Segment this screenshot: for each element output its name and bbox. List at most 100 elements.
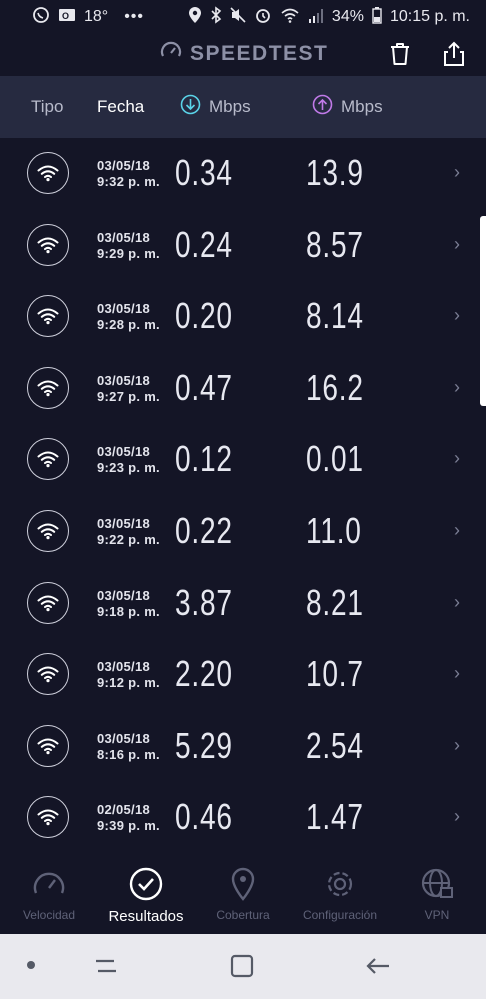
location-icon [188,6,202,29]
wifi-connection-icon [27,796,69,839]
checkmark-circle-icon [128,866,164,902]
result-datetime: 03/05/18 9:23 p. m. [97,444,160,476]
download-value: 0.47 [175,366,233,408]
upload-value: 11.0 [306,509,362,551]
chevron-right-icon: › [454,591,460,612]
app-header: SPEEDTEST [0,34,486,76]
wifi-connection-icon [27,223,69,266]
wifi-connection-icon [27,724,69,767]
result-row[interactable]: 03/05/18 9:23 p. m. 0.12 0.01 › [0,424,486,496]
results-column-header: Tipo Fecha Mbps Mbps [0,76,486,138]
result-time: 9:22 p. m. [97,531,160,547]
result-row[interactable]: 02/05/18 9:39 p. m. 0.46 1.47 › [0,782,486,854]
delete-button[interactable] [386,40,414,68]
result-time: 9:27 p. m. [97,388,160,404]
chevron-right-icon: › [454,448,460,469]
system-nav-bar [0,934,486,999]
home-dot-icon[interactable] [27,961,35,969]
result-datetime: 02/05/18 9:39 p. m. [97,802,160,834]
result-time: 9:39 p. m. [97,818,160,834]
upload-value: 10.7 [306,653,364,695]
result-datetime: 03/05/18 9:22 p. m. [97,516,160,548]
tab-cobertura[interactable]: Cobertura [195,866,291,922]
result-row[interactable]: 03/05/18 9:12 p. m. 2.20 10.7 › [0,639,486,711]
map-pin-icon [225,866,261,902]
tab-vpn[interactable]: VPN [389,866,485,922]
sort-by-download[interactable]: Mbps [180,94,251,120]
result-row[interactable]: 03/05/18 9:22 p. m. 0.22 11.0 › [0,496,486,568]
result-time: 8:16 p. m. [97,746,160,762]
tab-label: VPN [424,908,450,922]
result-datetime: 03/05/18 9:18 p. m. [97,588,160,620]
upload-icon [312,94,333,120]
trash-icon [386,43,414,72]
whatsapp-icon [32,6,50,29]
recents-icon [92,959,120,983]
result-date: 03/05/18 [97,158,151,173]
sort-by-date[interactable]: Fecha [97,97,144,117]
sort-by-upload[interactable]: Mbps [312,94,383,120]
result-date: 03/05/18 [97,515,151,531]
column-label-download: Mbps [209,97,251,116]
download-value: 0.46 [175,796,233,838]
wifi-connection-icon [27,509,69,552]
upload-value: 8.14 [306,295,364,337]
speedometer-icon [160,40,182,68]
result-row[interactable]: 03/05/18 9:27 p. m. 0.47 16.2 › [0,353,486,425]
sort-by-type[interactable]: Tipo [31,97,63,117]
results-list: 03/05/18 9:32 p. m. 0.34 13.9 › 03/05/18… [0,138,486,854]
column-label-type: Tipo [31,97,64,116]
chevron-right-icon: › [454,305,460,326]
upload-value: 16.2 [306,366,364,408]
wifi-connection-icon [27,653,69,696]
result-date: 03/05/18 [97,659,151,675]
download-value: 5.29 [175,724,233,766]
tab-configuracion[interactable]: Configuración [292,866,388,922]
result-date: 03/05/18 [97,587,151,603]
recents-button[interactable] [92,953,120,984]
upload-value: 0.01 [306,438,364,480]
tab-label: Velocidad [22,908,76,922]
result-datetime: 03/05/18 8:16 p. m. [97,731,160,763]
result-time: 9:29 p. m. [97,245,160,261]
home-button[interactable] [229,953,255,984]
result-row[interactable]: 03/05/18 9:28 p. m. 0.20 8.14 › [0,281,486,353]
result-time: 9:12 p. m. [97,675,160,691]
download-value: 0.22 [175,509,233,551]
bluetooth-icon [210,5,222,29]
result-row[interactable]: 03/05/18 9:29 p. m. 0.24 8.57 › [0,210,486,282]
result-row[interactable]: 03/05/18 9:32 p. m. 0.34 13.9 › [0,138,486,210]
column-label-upload: Mbps [341,97,383,116]
scroll-indicator[interactable] [480,216,486,406]
back-button[interactable] [364,953,392,984]
share-icon [440,41,468,72]
wifi-connection-icon [27,438,69,481]
result-row[interactable]: 03/05/18 8:16 p. m. 5.29 2.54 › [0,711,486,783]
result-time: 9:18 p. m. [97,603,160,619]
chevron-right-icon: › [454,233,460,254]
upload-value: 13.9 [306,152,364,193]
chevron-right-icon: › [454,734,460,755]
upload-value: 1.47 [306,796,364,838]
share-button[interactable] [440,40,468,68]
chevron-right-icon: › [454,376,460,397]
wifi-connection-icon [27,295,69,338]
chevron-right-icon: › [454,663,460,684]
wifi-connection-icon [27,366,69,409]
result-time: 9:23 p. m. [97,460,160,476]
wifi-signal-icon [280,6,300,29]
upload-value: 8.57 [306,223,364,265]
tab-resultados[interactable]: Resultados [98,866,194,925]
status-bar: O 18° ••• 34% 10:15 p. m. [0,0,486,34]
overflow-indicator: ••• [124,8,145,25]
tab-velocidad[interactable]: Velocidad [1,866,97,922]
gear-icon [322,866,358,902]
tab-label: Configuración [302,908,378,922]
outlook-icon: O [58,6,76,29]
alarm-icon [254,6,272,29]
chevron-right-icon: › [454,162,460,182]
result-time: 9:28 p. m. [97,317,160,333]
wifi-connection-icon [27,152,69,194]
home-square-icon [229,954,255,983]
result-row[interactable]: 03/05/18 9:18 p. m. 3.87 8.21 › [0,568,486,640]
